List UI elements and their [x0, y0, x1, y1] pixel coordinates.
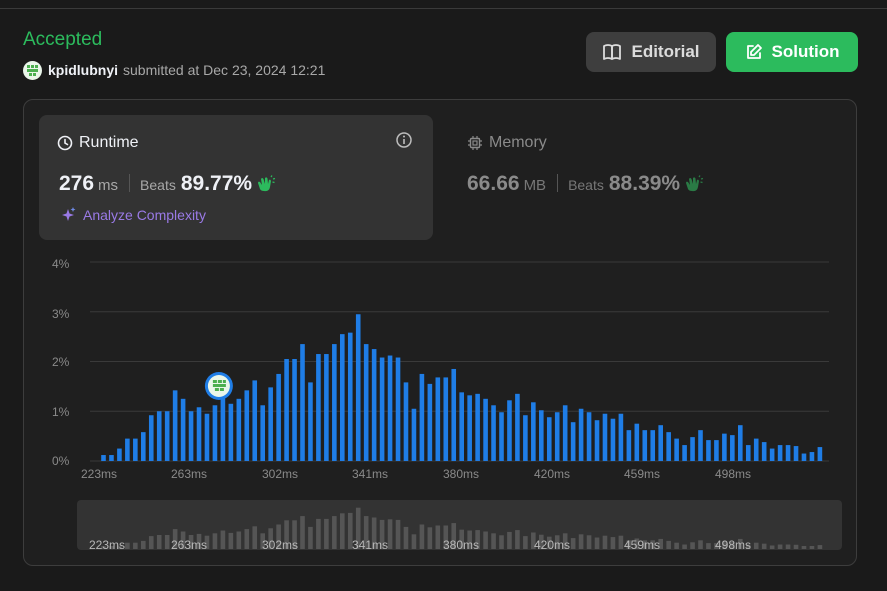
mini-bar: [785, 544, 791, 549]
mini-bar: [777, 544, 783, 549]
mini-bar: [411, 534, 417, 549]
mini-bar: [698, 540, 703, 549]
mini-bar: [332, 516, 337, 549]
mini-bar: [507, 531, 512, 549]
mini-bar: [809, 546, 815, 549]
mini-bar: [435, 525, 441, 549]
mini-x-tick-label: 263ms: [171, 538, 208, 552]
mini-bar: [308, 526, 313, 549]
mini-x-tick-label: 498ms: [715, 538, 752, 552]
mini-bar: [666, 540, 671, 549]
mini-bar: [419, 524, 425, 549]
mini-bar: [156, 535, 162, 549]
mini-bar: [125, 542, 130, 549]
mini-bar: [491, 533, 496, 549]
mini-bar: [801, 546, 807, 549]
mini-bar: [403, 526, 409, 549]
mini-bar: [578, 534, 584, 549]
mini-bar: [148, 536, 154, 549]
mini-bar: [682, 544, 687, 549]
mini-x-tick-label: 302ms: [262, 538, 299, 552]
mini-bar: [586, 535, 592, 549]
mini-bar: [515, 530, 520, 549]
mini-x-tick-label: 459ms: [624, 538, 661, 552]
mini-bar: [236, 531, 242, 549]
mini-bar: [690, 542, 695, 549]
mini-bar: [499, 535, 504, 549]
mini-bar: [141, 540, 146, 549]
mini-bar: [300, 516, 305, 549]
mini-bar: [387, 519, 393, 549]
mini-bar: [769, 545, 775, 549]
mini-bar: [244, 529, 250, 549]
mini-bar: [618, 535, 624, 549]
mini-bar: [252, 526, 258, 549]
mini-bar: [340, 513, 345, 549]
mini-bar: [164, 535, 170, 549]
mini-bar: [324, 518, 329, 549]
mini-x-tick-label: 341ms: [352, 538, 389, 552]
mini-bar: [793, 544, 799, 549]
range-selector-chart: [101, 507, 823, 549]
mini-bar: [706, 543, 711, 549]
mini-bar: [610, 537, 616, 549]
mini-bar: [674, 542, 679, 549]
mini-x-tick-label: 380ms: [443, 538, 480, 552]
mini-bar: [761, 543, 767, 549]
mini-bar: [602, 535, 608, 549]
mini-bar: [228, 532, 234, 549]
mini-x-tick-label: 223ms: [89, 538, 126, 552]
mini-bar: [212, 533, 218, 549]
mini-bar: [133, 542, 138, 549]
mini-bar: [427, 527, 433, 549]
mini-bar: [523, 536, 528, 549]
mini-bar: [220, 530, 226, 549]
mini-bar: [753, 542, 759, 549]
mini-bar: [570, 538, 576, 549]
mini-bar: [316, 518, 321, 549]
mini-bar: [395, 519, 401, 549]
mini-bar: [594, 537, 600, 549]
mini-bar: [817, 545, 823, 549]
mini-bar: [483, 531, 488, 549]
mini-x-tick-label: 420ms: [534, 538, 571, 552]
